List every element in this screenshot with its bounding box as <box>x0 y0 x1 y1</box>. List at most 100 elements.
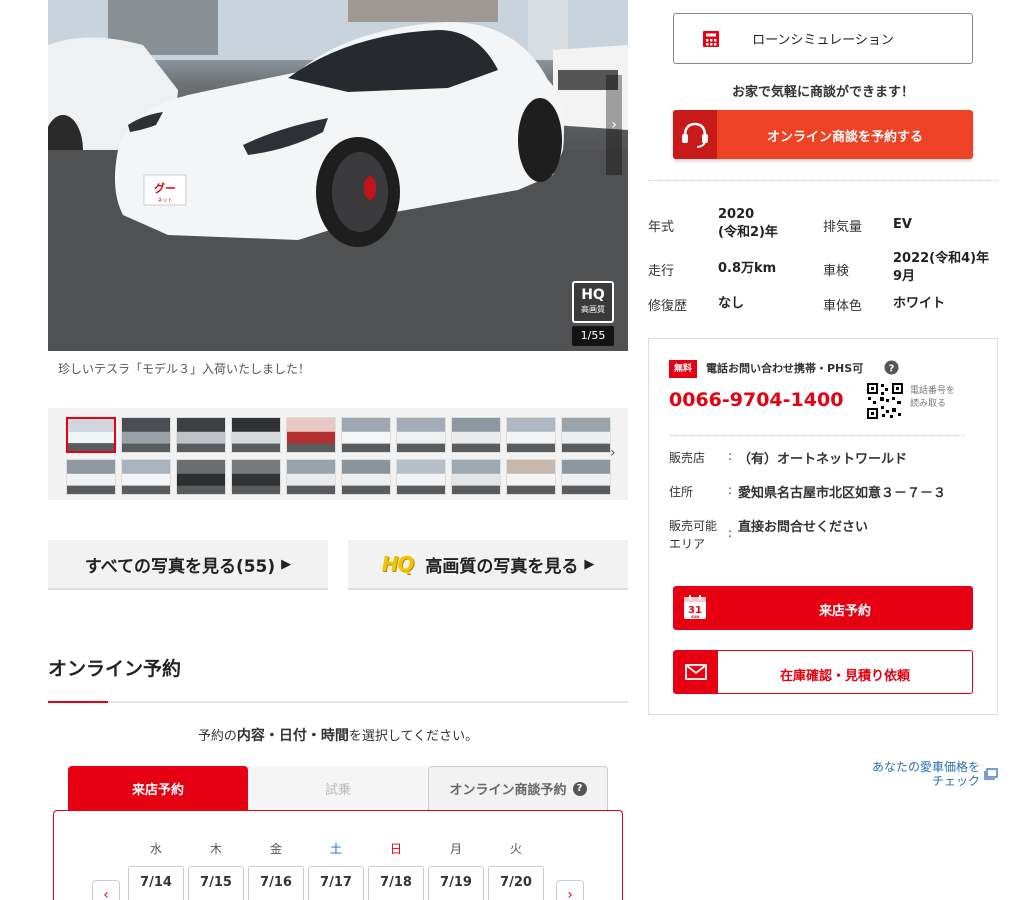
qr-caption-line2: 読み取る <box>910 399 947 409</box>
calendar-date-button[interactable]: 7/15 <box>188 866 244 900</box>
calendar-prev-arrow[interactable]: ‹ <box>92 880 120 900</box>
main-car-photo[interactable]: グー ネット <box>48 0 628 351</box>
calendar-weekday-label: 日 <box>389 842 402 856</box>
all-photos-label: すべての写真を見る(55) <box>84 556 276 577</box>
photo-thumbnail[interactable] <box>121 417 171 453</box>
photo-thumbnail[interactable] <box>176 459 226 495</box>
photo-thumbnail[interactable] <box>176 417 226 453</box>
home-negotiation-text: お家で気軽に商談ができます！ <box>731 85 914 100</box>
calendar-date-button[interactable]: 7/17 <box>308 866 364 900</box>
area-value: 直接お問合せください <box>738 520 869 535</box>
area-label-line1: 販売可能 <box>669 519 718 533</box>
visit-reservation-label: 来店予約 <box>818 604 871 619</box>
photo-thumbnail[interactable] <box>396 417 446 453</box>
photo-thumbnail[interactable] <box>506 417 556 453</box>
hq-badge[interactable]: HQ 高画質 <box>572 281 614 323</box>
online-negotiation-button[interactable]: オンライン商談を予約する <box>673 110 973 159</box>
photo-thumbnail[interactable] <box>396 459 446 495</box>
photo-thumbnail[interactable] <box>231 459 281 495</box>
photo-next-arrow[interactable]: › <box>606 75 622 175</box>
calendar-icon: 31 SUN <box>684 595 706 619</box>
appraise-link[interactable]: あなたの愛車価格を チェック <box>860 760 980 788</box>
photo-thumbnail[interactable] <box>451 417 501 453</box>
spec-inspection-label: 車検 <box>823 264 850 279</box>
title-accent <box>48 701 108 703</box>
car-photo-illustration: グー ネット <box>48 0 628 351</box>
tab-visit-reservation[interactable]: 来店予約 <box>68 766 248 810</box>
hq-photos-label: 高画質の写真を見る <box>425 556 579 577</box>
tab-online-meeting[interactable]: オンライン商談予約 ? <box>428 766 608 810</box>
photo-caption: 珍しいテスラ「モデル３」入荷いたしました！ <box>58 362 311 376</box>
calendar-next-arrow[interactable]: › <box>556 880 584 900</box>
spec-color-value: ホワイト <box>893 296 946 311</box>
photo-thumbnail[interactable] <box>341 417 391 453</box>
spec-displacement-label: 排気量 <box>823 220 863 235</box>
instruction-pre: 予約の <box>197 729 237 744</box>
photo-thumbnail[interactable] <box>66 459 116 495</box>
photo-thumbnail[interactable] <box>561 459 611 495</box>
instruction-post: を選択してください。 <box>348 729 479 744</box>
calendar-weekday-label: 月 <box>449 842 462 856</box>
help-icon[interactable]: ? <box>884 360 899 375</box>
spec-repair-label: 修復歴 <box>648 299 688 314</box>
spec-repair-value: なし <box>718 296 745 311</box>
external-window-icon[interactable] <box>984 768 998 780</box>
phone-number[interactable]: 0066-9704-1400 <box>669 389 843 411</box>
loan-simulation-button[interactable]: ローンシミュレーション <box>673 13 973 64</box>
spec-inspection-value-1: 2022(令和4)年 <box>893 251 990 266</box>
photo-thumbnail[interactable] <box>231 417 281 453</box>
calendar-date-button[interactable]: 7/19 <box>428 866 484 900</box>
spec-inspection-value-2: 9月 <box>893 269 916 284</box>
address-value: 愛知県名古屋市北区如意３－７－３ <box>738 486 947 501</box>
stock-inquiry-label: 在庫確認・見積り依頼 <box>779 669 910 684</box>
calendar-weekday-label: 水 <box>149 842 162 856</box>
photo-thumbnail[interactable] <box>451 459 501 495</box>
calendar-date-button[interactable]: 7/20 <box>488 866 544 900</box>
divider <box>669 435 964 436</box>
photo-thumbnail[interactable] <box>286 459 336 495</box>
photo-thumbnail[interactable] <box>561 417 611 453</box>
phone-inquiry-label: 電話お問い合わせ携帯・PHS可 <box>706 362 864 375</box>
online-booking-title: オンライン予約 <box>48 658 182 680</box>
thumbnail-next-arrow[interactable]: › <box>610 445 616 461</box>
calendar-weekday-label: 土 <box>329 842 342 856</box>
qr-code-icon[interactable] <box>866 382 904 420</box>
calendar-date-button[interactable]: 7/18 <box>368 866 424 900</box>
colon: : <box>728 526 733 540</box>
hq-badge-title: HQ <box>581 287 605 303</box>
appraise-link-line2: チェック <box>931 774 980 788</box>
spec-displacement-value: EV <box>893 217 912 232</box>
help-icon[interactable]: ? <box>572 781 587 796</box>
colon: : <box>728 449 733 463</box>
online-negotiation-label: オンライン商談を予約する <box>766 130 923 145</box>
area-label-line2: エリア <box>669 537 706 551</box>
shop-name[interactable]: （有）オートネットワールド <box>738 448 907 467</box>
headset-icon <box>682 122 708 148</box>
svg-text:?: ? <box>889 364 895 375</box>
spec-color-label: 車体色 <box>823 299 863 314</box>
plate-text: グー <box>154 181 176 195</box>
address-label: 住所 <box>669 485 694 499</box>
hq-photos-button[interactable]: HQ 高画質の写真を見る ▶ <box>348 540 628 590</box>
divider <box>648 180 998 181</box>
photo-thumbnail[interactable] <box>121 459 171 495</box>
visit-reservation-button[interactable]: 31 SUN 来店予約 <box>673 586 973 630</box>
calendar-date-button[interactable]: 7/14 <box>128 866 184 900</box>
tab-test-drive[interactable]: 試乗 <box>248 766 428 810</box>
spec-mileage-value: 0.8万km <box>718 261 777 276</box>
spec-mileage-label: 走行 <box>648 264 675 279</box>
photo-thumbnail[interactable] <box>506 459 556 495</box>
hq-logo: HQ <box>381 552 415 576</box>
photo-thumbnail[interactable] <box>286 417 336 453</box>
qr-caption-line1: 電話番号を <box>910 386 956 396</box>
photo-thumbnail[interactable] <box>66 417 116 453</box>
calendar-date-button[interactable]: 7/16 <box>248 866 304 900</box>
stock-inquiry-button[interactable]: 在庫確認・見積り依頼 <box>673 650 973 694</box>
all-photos-button[interactable]: すべての写真を見る(55) ▶ <box>48 540 328 590</box>
headset-icon-area <box>673 110 717 159</box>
shop-label: 販売店 <box>669 451 706 465</box>
tab-online-label: オンライン商談予約 <box>449 783 567 798</box>
triangle-right-icon: ▶ <box>584 556 595 572</box>
photo-thumbnail[interactable] <box>341 459 391 495</box>
triangle-right-icon: ▶ <box>281 556 292 572</box>
